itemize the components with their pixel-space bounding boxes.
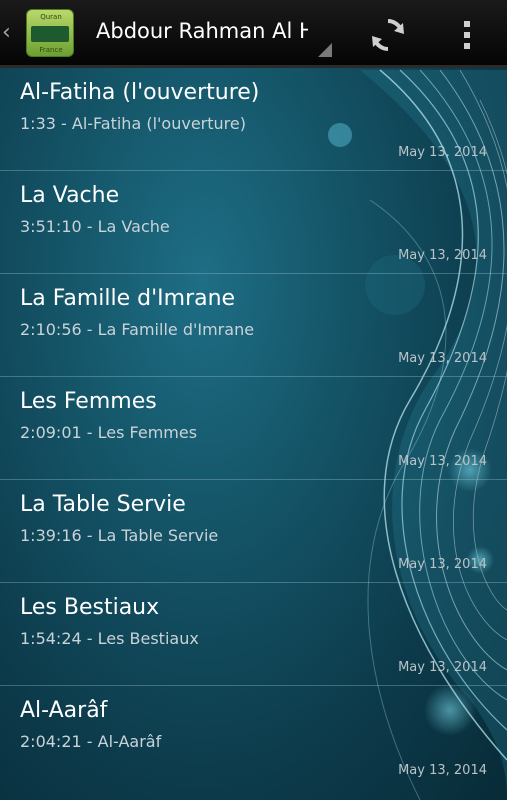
track-title: Al-Aarâf (20, 698, 108, 723)
overflow-dot-icon (464, 43, 470, 49)
list-item[interactable]: Les Femmes 2:09:01 - Les Femmes May 13, … (0, 377, 507, 480)
chevron-left-icon[interactable]: ‹ (2, 20, 16, 46)
page-title: Abdour Rahman Al H.. (96, 19, 308, 43)
track-title: Les Bestiaux (20, 595, 160, 620)
list-item[interactable]: Al-Aarâf 2:04:21 - Al-Aarâf May 13, 2014 (0, 686, 507, 789)
spinner-triangle-icon (318, 43, 332, 57)
refresh-button[interactable] (362, 12, 414, 58)
app-logo-icon[interactable]: Quran France (26, 9, 74, 57)
track-date: May 13, 2014 (398, 763, 487, 778)
app-logo-band (31, 26, 69, 42)
track-subtitle: 2:10:56 - La Famille d'Imrane (20, 320, 255, 339)
track-date: May 13, 2014 (398, 454, 487, 469)
track-title: La Table Servie (20, 492, 186, 517)
track-list: Al-Fatiha (l'ouverture) 1:33 - Al-Fatiha… (0, 68, 507, 800)
app-logo-text-bottom: France (39, 46, 63, 54)
track-subtitle: 3:51:10 - La Vache (20, 217, 170, 236)
track-subtitle: 2:04:21 - Al-Aarâf (20, 732, 162, 751)
list-item[interactable]: La Table Servie 1:39:16 - La Table Servi… (0, 480, 507, 583)
action-bar: ‹ Quran France Abdour Rahman Al H.. (0, 0, 507, 68)
track-title: Al-Fatiha (l'ouverture) (20, 80, 260, 105)
overflow-dot-icon (464, 21, 470, 27)
refresh-icon (372, 19, 404, 51)
track-date: May 13, 2014 (398, 660, 487, 675)
track-title: Les Femmes (20, 389, 157, 414)
track-date: May 13, 2014 (398, 248, 487, 263)
overflow-dot-icon (464, 32, 470, 38)
list-item[interactable]: Al-Fatiha (l'ouverture) 1:33 - Al-Fatiha… (0, 68, 507, 171)
overflow-menu-button[interactable] (450, 12, 484, 58)
track-date: May 13, 2014 (398, 145, 487, 160)
app-logo-text-top: Quran (40, 13, 62, 21)
title-spinner[interactable]: Abdour Rahman Al H.. (92, 17, 332, 57)
track-date: May 13, 2014 (398, 351, 487, 366)
list-item[interactable]: Les Bestiaux 1:54:24 - Les Bestiaux May … (0, 583, 507, 686)
track-subtitle: 2:09:01 - Les Femmes (20, 423, 198, 442)
list-item[interactable]: La Famille d'Imrane 2:10:56 - La Famille… (0, 274, 507, 377)
list-item[interactable]: La Vache 3:51:10 - La Vache May 13, 2014 (0, 171, 507, 274)
track-subtitle: 1:54:24 - Les Bestiaux (20, 629, 199, 648)
track-subtitle: 1:33 - Al-Fatiha (l'ouverture) (20, 114, 246, 133)
track-date: May 13, 2014 (398, 557, 487, 572)
track-title: La Famille d'Imrane (20, 286, 236, 311)
track-title: La Vache (20, 183, 120, 208)
track-subtitle: 1:39:16 - La Table Servie (20, 526, 219, 545)
